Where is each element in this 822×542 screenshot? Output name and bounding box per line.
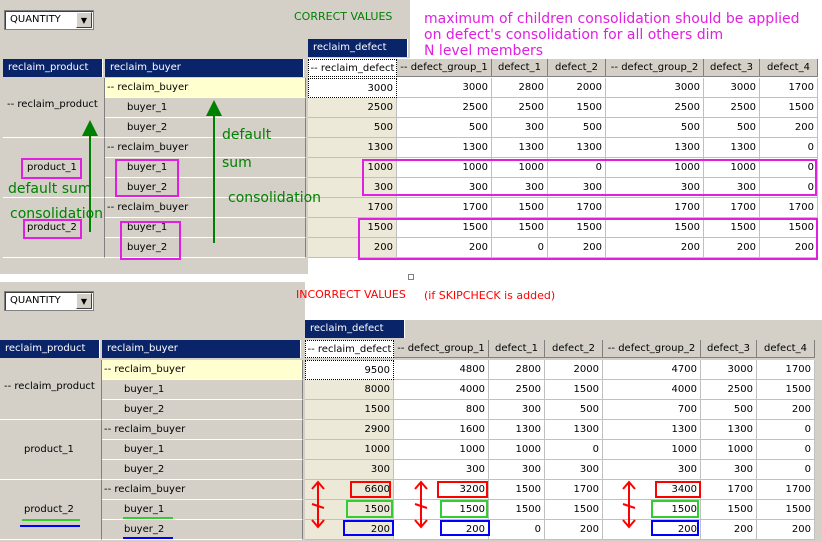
correct-values-panel: QUANTITY ▼ CORRECT VALUES maximum of chi…	[0, 0, 822, 274]
incorrect-values-panel: QUANTITY ▼ INCORRECT VALUES (if SKIPCHEC…	[0, 282, 822, 542]
double-arrow-icon	[311, 480, 325, 529]
splitter-handle[interactable]	[408, 274, 414, 280]
double-arrow-icon	[622, 480, 636, 529]
double-arrow-icon	[414, 480, 428, 529]
top-arrows-overlay	[82, 100, 222, 243]
bottom-arrows-overlay	[311, 480, 636, 529]
